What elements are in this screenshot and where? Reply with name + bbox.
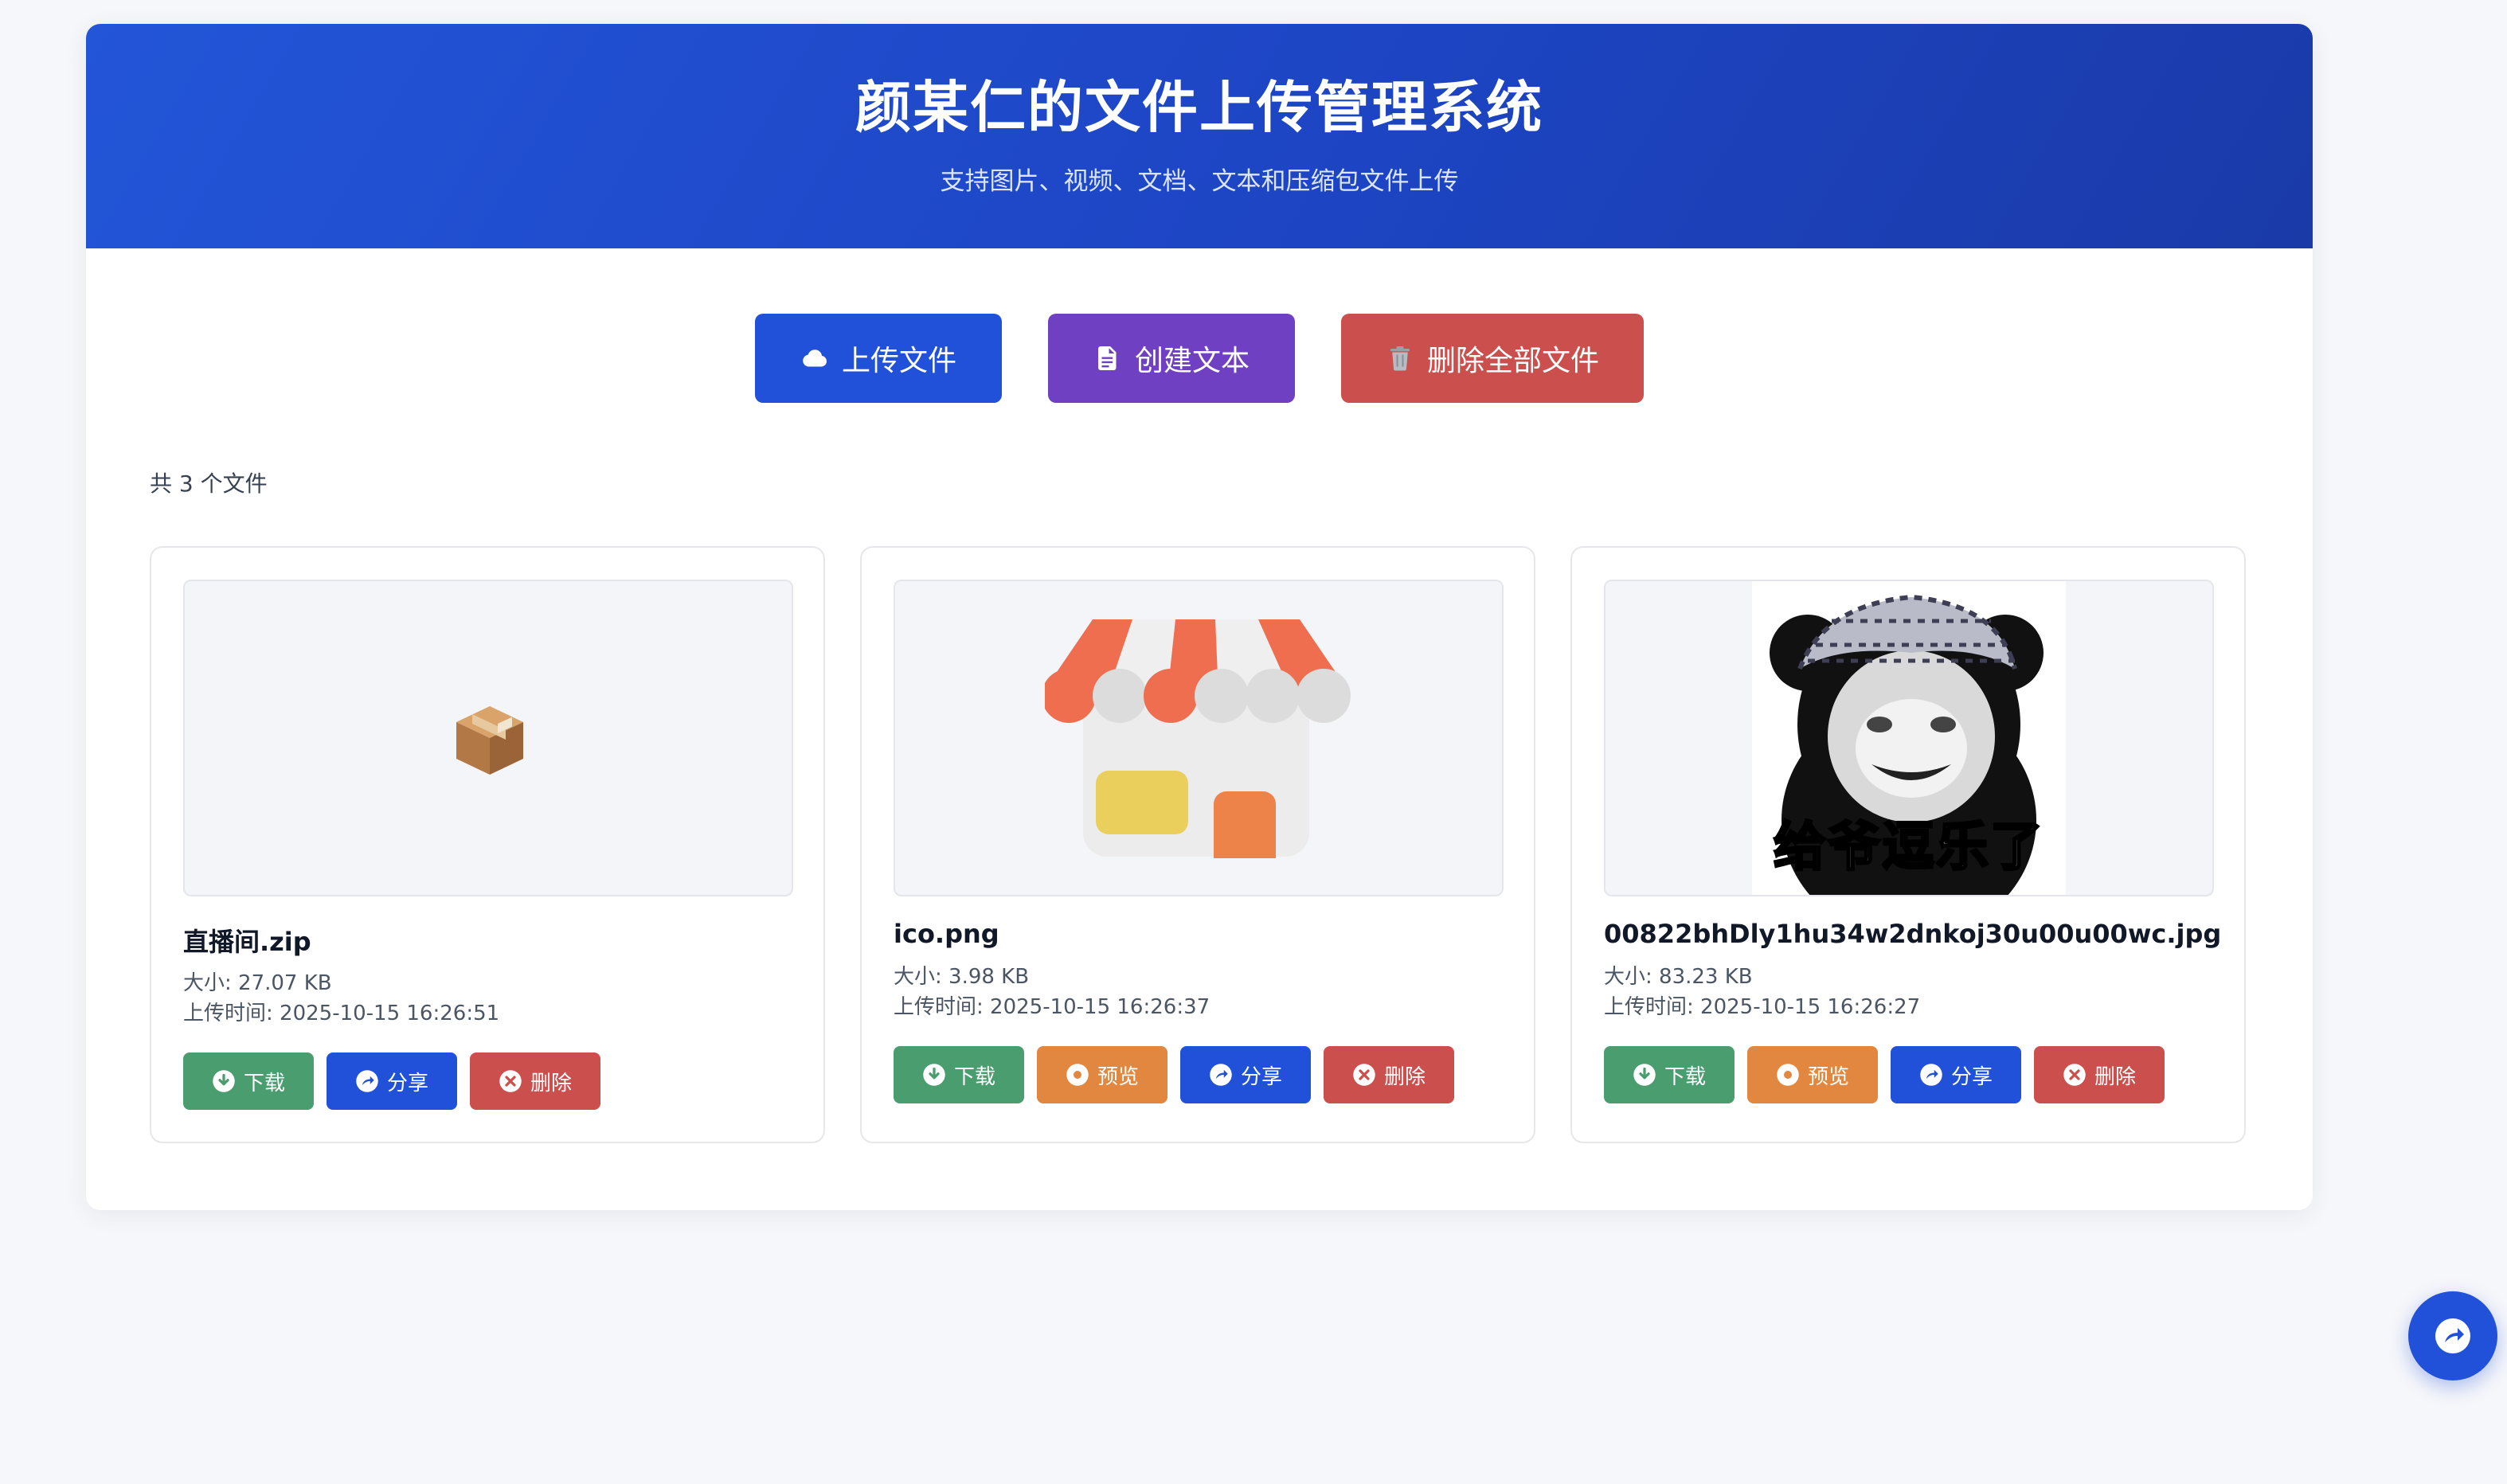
delete-icon [499,1070,522,1092]
delete-icon [2063,1064,2086,1086]
upload-file-label: 上传文件 [841,345,956,377]
delete-button[interactable]: 删除 [470,1052,600,1110]
floating-share-button[interactable] [2408,1291,2497,1381]
delete-button[interactable]: 删除 [2034,1046,2165,1103]
file-name: 00822bhDly1hu34w2dnkoj30u00u00wc.jpg [1604,919,2222,949]
file-size: 大小: 83.23 KB [1604,965,1753,989]
file-card: ico.png 大小: 3.98 KB 上传时间: 2025-10-15 16:… [860,546,1535,1143]
main-panel: 颜某仁的文件上传管理系统 支持图片、视频、文档、文本和压缩包文件上传 上传文件 … [86,24,2313,1210]
share-button[interactable]: 分享 [327,1052,457,1110]
share-label: 分享 [386,1071,428,1095]
preview-button[interactable]: 预览 [1037,1046,1167,1103]
file-card: 给爷逗乐了 00822bhDly1hu34w2dnkoj30u00u00wc.j… [1570,546,2246,1143]
file-name: 直播间.zip [183,927,311,957]
share-icon [2435,1318,2470,1353]
file-meta: 大小: 3.98 KB 上传时间: 2025-10-15 16:26:37 [894,962,1210,1022]
file-upload-time: 上传时间: 2025-10-15 16:26:51 [183,1002,500,1025]
trash-icon [1390,346,1410,371]
create-text-button[interactable]: 创建文本 [1048,314,1295,403]
delete-all-label: 删除全部文件 [1426,345,1599,377]
preview-icon [1777,1064,1799,1086]
file-meta: 大小: 27.07 KB 上传时间: 2025-10-15 16:26:51 [183,968,499,1029]
file-count: 共 3 个文件 [150,471,268,497]
download-icon [213,1070,235,1092]
delete-label: 删除 [1383,1064,1426,1089]
delete-button[interactable]: 删除 [1324,1046,1454,1103]
download-label: 下载 [953,1064,995,1089]
share-icon [1210,1064,1232,1086]
download-label: 下载 [1664,1064,1706,1089]
share-button[interactable]: 分享 [1180,1046,1311,1103]
store-icon [1045,619,1351,858]
file-actions: 下载 预览 分享 删除 [894,1046,1454,1103]
file-upload-time: 上传时间: 2025-10-15 16:26:37 [894,995,1210,1019]
share-label: 分享 [1240,1064,1282,1089]
file-thumbnail: 给爷逗乐了 [1604,580,2214,896]
file-meta: 大小: 83.23 KB 上传时间: 2025-10-15 16:26:27 [1604,962,1920,1022]
meme-image: 给爷逗乐了 [1752,581,2066,895]
preview-button[interactable]: 预览 [1747,1046,1878,1103]
file-actions: 下载 预览 分享 删除 [1604,1046,2165,1103]
download-button[interactable]: 下载 [894,1046,1024,1103]
file-size: 大小: 27.07 KB [183,971,332,995]
package-icon [456,706,523,775]
file-thumbnail [894,580,1504,896]
upload-file-button[interactable]: 上传文件 [755,314,1002,403]
share-icon [1920,1064,1942,1086]
file-thumbnail [183,580,793,896]
cloud-icon [803,350,827,367]
delete-all-button[interactable]: 删除全部文件 [1341,314,1644,403]
action-bar: 上传文件 创建文本 删除全部文件 [86,314,2313,403]
page-subtitle: 支持图片、视频、文档、文本和压缩包文件上传 [940,166,1459,196]
file-size: 大小: 3.98 KB [894,965,1030,989]
file-upload-time: 上传时间: 2025-10-15 16:26:27 [1604,995,1921,1019]
download-button[interactable]: 下载 [183,1052,314,1110]
file-actions: 下载 分享 删除 [183,1052,600,1110]
meme-caption: 给爷逗乐了 [1773,815,2044,879]
document-icon [1097,346,1117,370]
preview-label: 预览 [1807,1064,1849,1089]
download-label: 下载 [243,1071,285,1095]
delete-icon [1353,1064,1375,1086]
download-icon [923,1064,945,1086]
header-banner: 颜某仁的文件上传管理系统 支持图片、视频、文档、文本和压缩包文件上传 [86,24,2313,248]
delete-label: 删除 [2094,1064,2136,1089]
download-icon [1633,1064,1656,1086]
delete-label: 删除 [530,1071,572,1095]
file-card: 直播间.zip 大小: 27.07 KB 上传时间: 2025-10-15 16… [150,546,825,1143]
preview-label: 预览 [1097,1064,1139,1089]
page-title: 颜某仁的文件上传管理系统 [855,75,1543,140]
share-label: 分享 [1950,1064,1993,1089]
share-icon [356,1070,378,1092]
create-text-label: 创建文本 [1134,345,1250,377]
file-name: ico.png [894,919,999,949]
download-button[interactable]: 下载 [1604,1046,1735,1103]
preview-icon [1066,1064,1089,1086]
share-button[interactable]: 分享 [1891,1046,2021,1103]
